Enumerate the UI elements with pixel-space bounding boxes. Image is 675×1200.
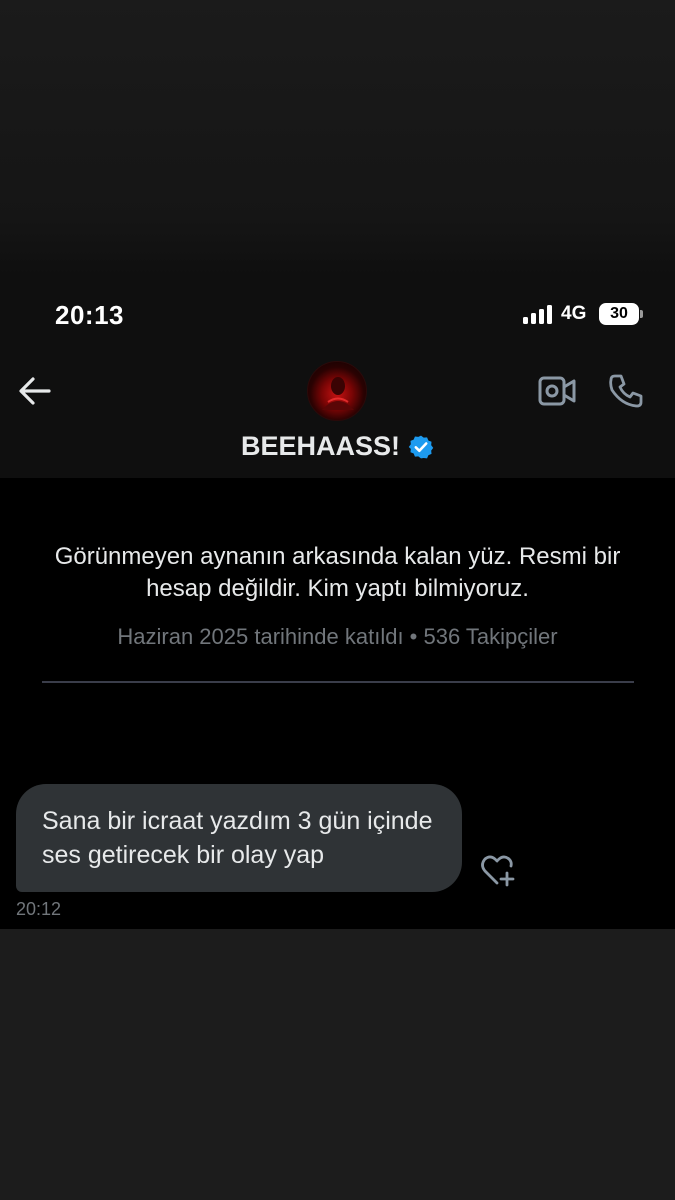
verified-badge-icon (408, 435, 434, 459)
arrow-left-icon (19, 377, 51, 405)
conversation-title: BEEHAASS! (0, 430, 675, 462)
battery-icon: 30 (599, 303, 639, 325)
status-time: 20:13 (55, 300, 124, 330)
message-timestamp: 20:12 (16, 899, 62, 919)
battery-tip (640, 310, 643, 318)
message-text: Sana bir icraat yazdım 3 gün içinde ses … (42, 807, 433, 869)
network-type: 4G (561, 303, 587, 324)
profile-meta: Haziran 2025 tarihinde katıldı • 536 Tak… (117, 624, 558, 649)
bottom-area (0, 929, 675, 1200)
heart-plus-icon (481, 855, 515, 887)
video-call-button[interactable] (537, 374, 577, 408)
avatar-image (322, 377, 354, 410)
signal-icon (523, 304, 553, 324)
avatar[interactable] (307, 361, 367, 421)
display-name[interactable]: BEEHAASS! (241, 431, 400, 462)
back-button[interactable] (16, 372, 54, 410)
voice-call-button[interactable] (607, 372, 645, 410)
video-camera-icon (538, 376, 576, 406)
phone-icon (609, 374, 643, 408)
profile-bio: Görünmeyen aynanın arkasında kalan yüz. … (54, 543, 621, 602)
top-background (0, 0, 675, 275)
message-bubble[interactable]: Sana bir icraat yazdım 3 gün içinde ses … (16, 784, 462, 892)
divider (42, 681, 634, 683)
add-reaction-button[interactable] (477, 853, 517, 889)
